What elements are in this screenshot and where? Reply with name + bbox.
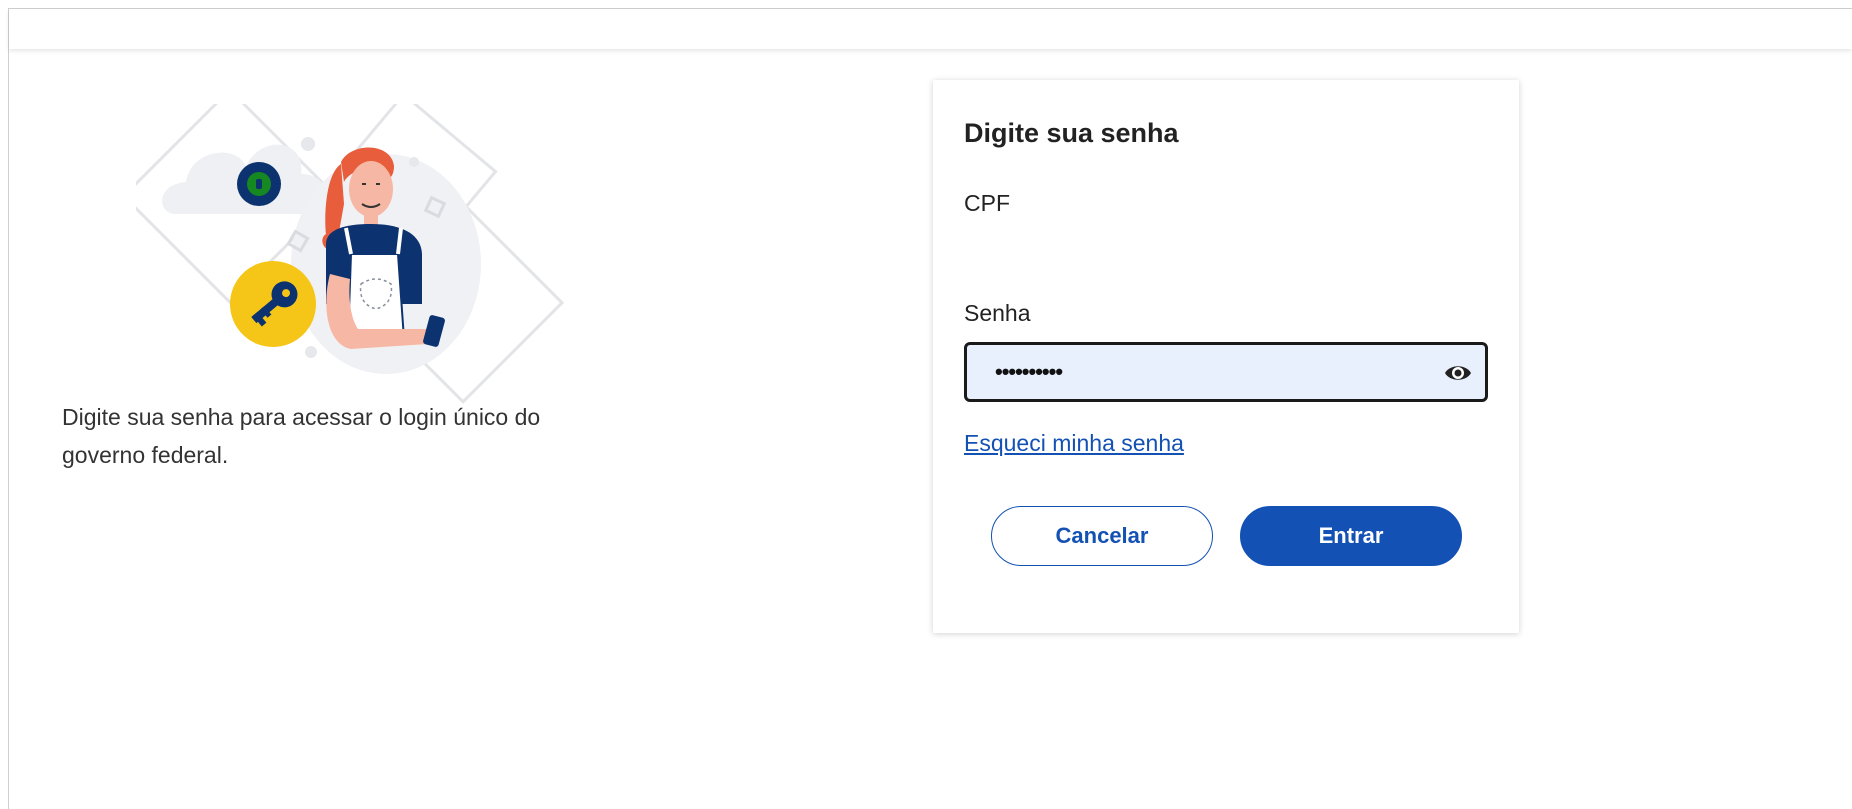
forgot-password-link[interactable]: Esqueci minha senha: [964, 430, 1184, 457]
dot-decoration: [409, 157, 419, 167]
intro-text: Digite sua senha para acessar o login ún…: [62, 404, 541, 468]
eye-icon[interactable]: [1443, 361, 1473, 385]
password-label: Senha: [964, 300, 1031, 326]
password-input[interactable]: ••••••••••: [964, 342, 1488, 402]
header-bar: [9, 9, 1852, 49]
password-value: ••••••••••: [995, 359, 1063, 384]
enter-button[interactable]: Entrar: [1240, 506, 1462, 566]
person-face: [349, 161, 393, 217]
login-card: Digite sua senha CPF Senha •••••••••• Es…: [933, 80, 1519, 633]
card-title: Digite sua senha: [964, 118, 1179, 148]
cpf-label: CPF: [964, 190, 1010, 216]
person-apron: [346, 253, 406, 340]
dot-decoration: [301, 137, 315, 151]
cancel-button[interactable]: Cancelar: [991, 506, 1213, 566]
dot-decoration: [305, 346, 317, 358]
login-illustration: [136, 104, 565, 404]
